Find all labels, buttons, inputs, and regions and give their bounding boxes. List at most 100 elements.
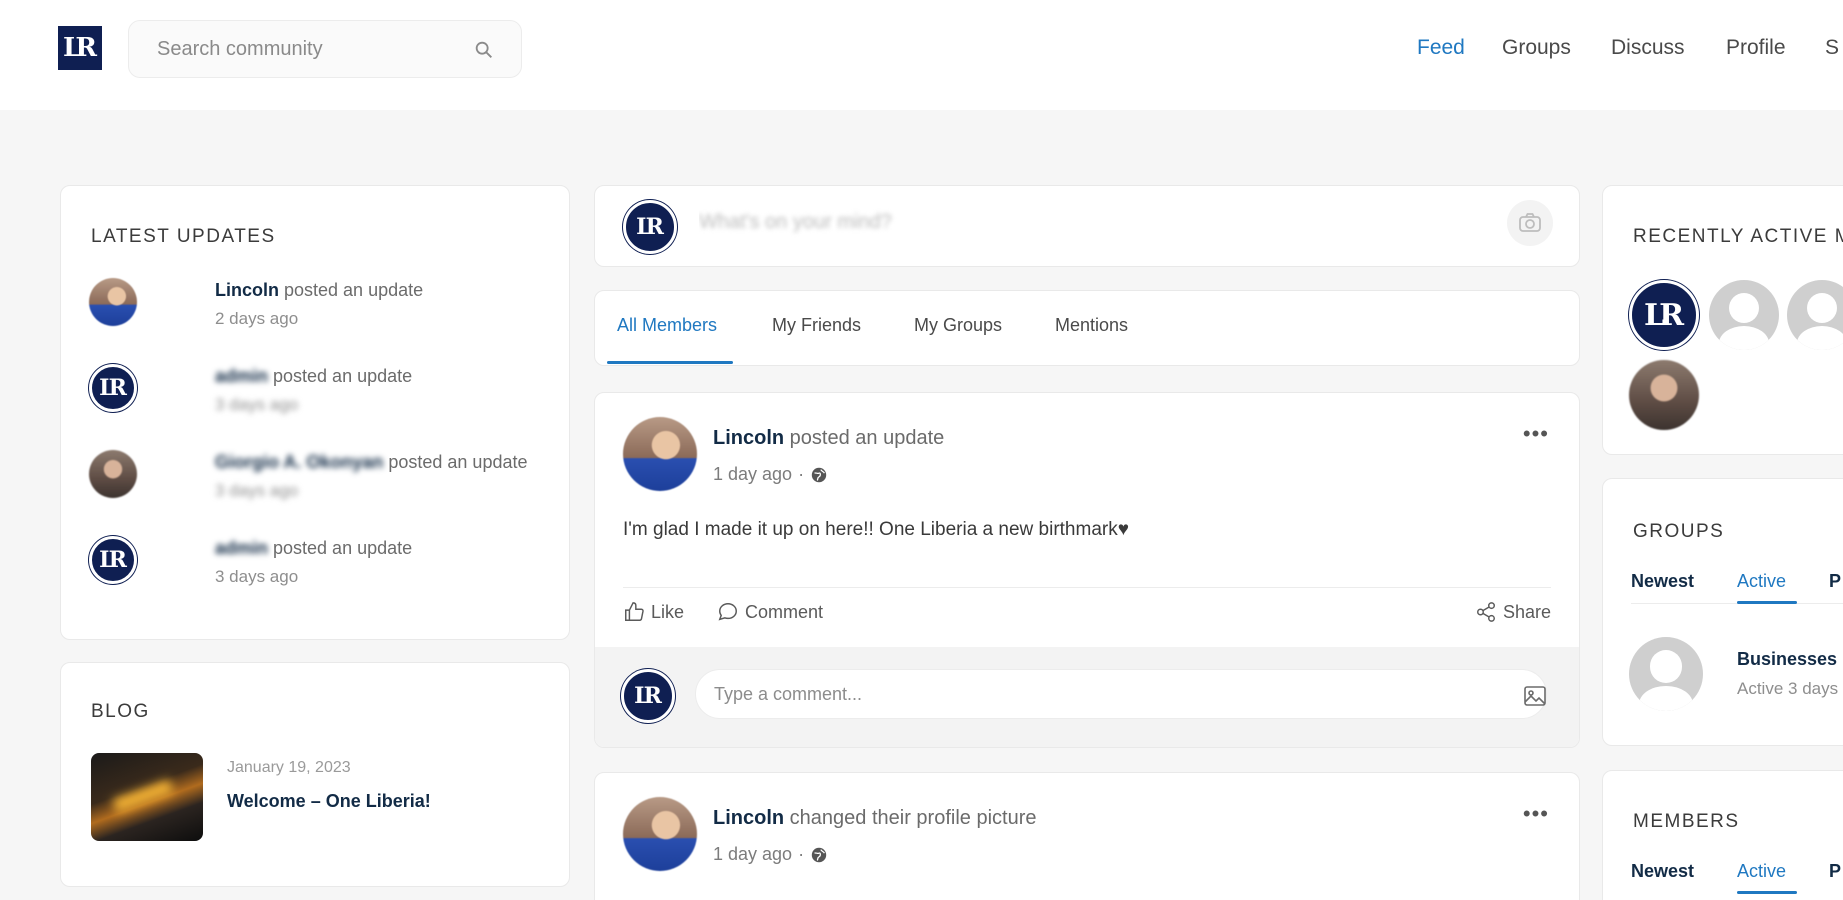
post-composer: LR [594, 185, 1580, 267]
post-content: I'm glad I made it up on here!! One Libe… [623, 519, 1129, 540]
tab-mentions[interactable]: Mentions [1055, 315, 1128, 336]
whats-on-your-mind-input[interactable] [699, 204, 1379, 240]
site-logo[interactable]: LR [58, 26, 102, 70]
update-text: Lincoln posted an update [215, 280, 423, 301]
globe-icon[interactable] [810, 466, 828, 484]
camera-button[interactable] [1507, 200, 1553, 246]
update-time[interactable]: 3 days ago [215, 395, 298, 415]
activity-post: Lincoln posted an update 1 day ago · •••… [594, 392, 1580, 748]
meta-separator: · [798, 844, 805, 864]
share-icon [1476, 602, 1495, 622]
groups-title: GROUPS [1633, 521, 1725, 542]
globe-icon[interactable] [810, 846, 828, 864]
share-button[interactable]: Share [1475, 601, 1551, 623]
image-upload-icon[interactable] [1523, 685, 1547, 707]
members-tab-newest[interactable]: Newest [1631, 861, 1694, 882]
members-widget: MEMBERS Newest Active P [1602, 770, 1843, 900]
members-tab-active[interactable]: Active [1737, 861, 1786, 882]
blog-post-link[interactable]: Welcome – One Liberia! [227, 791, 431, 812]
nav-feed[interactable]: Feed [1417, 36, 1465, 60]
avatar-initials: LR [636, 214, 664, 240]
update-time[interactable]: 3 days ago [215, 481, 298, 501]
tab-all-members[interactable]: All Members [617, 315, 717, 336]
groups-widget: GROUPS Newest Active P Businesses Active… [1602, 478, 1843, 746]
avatar[interactable] [1787, 280, 1843, 350]
update-action: posted an update [383, 452, 528, 472]
update-author[interactable]: admin [215, 538, 268, 558]
update-action: posted an update [268, 366, 413, 386]
post-author[interactable]: Lincoln [713, 427, 784, 449]
search-box [128, 20, 522, 78]
nav-profile[interactable]: Profile [1726, 36, 1786, 60]
update-time[interactable]: 3 days ago [215, 567, 298, 587]
group-avatar[interactable] [1629, 637, 1703, 711]
avatar[interactable]: LR [621, 669, 675, 723]
comment-input[interactable] [695, 669, 1547, 719]
post-action: changed their profile picture [784, 807, 1037, 829]
avatar-initials: LR [1643, 297, 1684, 333]
groups-tab-newest[interactable]: Newest [1631, 571, 1694, 592]
members-tab-popular[interactable]: P [1829, 861, 1841, 882]
group-name[interactable]: Businesses [1737, 649, 1837, 670]
tab-my-groups[interactable]: My Groups [914, 315, 1002, 336]
post-time[interactable]: 1 day ago [713, 844, 792, 865]
search-input[interactable] [157, 21, 477, 77]
avatar[interactable] [1709, 280, 1779, 350]
groups-tab-active[interactable]: Active [1737, 571, 1786, 592]
blog-widget: BLOG January 19, 2023 Welcome – One Libe… [60, 662, 570, 887]
active-tab-indicator [1737, 601, 1797, 604]
nav-groups[interactable]: Groups [1502, 36, 1571, 60]
tab-my-friends[interactable]: My Friends [772, 315, 861, 336]
more-options-icon[interactable]: ••• [1523, 421, 1549, 447]
groups-tab-popular[interactable]: P [1829, 571, 1841, 592]
avatar[interactable]: LR [89, 364, 137, 412]
avatar[interactable] [623, 417, 697, 491]
like-button[interactable]: Like [623, 601, 684, 623]
post-header: Lincoln posted an update [713, 427, 944, 450]
post-author[interactable]: Lincoln [713, 807, 784, 829]
update-text: admin posted an update [215, 538, 412, 559]
update-author[interactable]: Lincoln [215, 280, 279, 300]
avatar[interactable] [89, 450, 137, 498]
active-tab-indicator [1737, 891, 1797, 894]
blog-title: BLOG [91, 701, 150, 722]
activity-post: Lincoln changed their profile picture 1 … [594, 772, 1580, 900]
avatar[interactable]: LR [89, 536, 137, 584]
nav-more[interactable]: S [1825, 36, 1839, 60]
comment-button[interactable]: Comment [717, 601, 823, 623]
update-text: admin posted an update [215, 366, 412, 387]
logo-text: LR [63, 33, 97, 63]
group-activity: Active 3 days [1737, 679, 1839, 698]
recently-active-members-widget: RECENTLY ACTIVE M LR [1602, 185, 1843, 455]
update-author[interactable]: admin [215, 366, 268, 386]
update-text: Giorgio A. Okonyan posted an update [215, 452, 527, 473]
avatar[interactable] [89, 278, 137, 326]
update-author[interactable]: Giorgio A. Okonyan [215, 452, 383, 472]
more-options-icon[interactable]: ••• [1523, 801, 1549, 827]
post-header: Lincoln changed their profile picture [713, 807, 1036, 830]
comment-area: LR [595, 647, 1579, 747]
thumbs-up-icon [625, 602, 644, 621]
avatar[interactable] [623, 797, 697, 871]
members-title: MEMBERS [1633, 811, 1740, 832]
comment-label: Comment [745, 601, 824, 622]
update-action: posted an update [279, 280, 424, 300]
post-time[interactable]: 1 day ago [713, 464, 792, 485]
blog-date: January 19, 2023 [227, 759, 351, 776]
search-icon[interactable] [473, 39, 495, 61]
update-time[interactable]: 2 days ago [215, 309, 298, 329]
avatar[interactable] [1629, 360, 1699, 430]
feed-tabs: All Members My Friends My Groups Mention… [594, 290, 1580, 366]
camera-icon [1519, 213, 1541, 232]
blog-thumbnail[interactable] [91, 753, 203, 841]
comment-icon [718, 603, 737, 621]
nav-discuss[interactable]: Discuss [1611, 36, 1685, 60]
avatar[interactable]: LR [1629, 280, 1699, 350]
post-meta: 1 day ago · [713, 844, 828, 865]
avatar[interactable]: LR [623, 200, 677, 254]
avatar-initials: LR [99, 547, 127, 573]
like-label: Like [651, 601, 685, 622]
active-tab-indicator [607, 361, 733, 364]
latest-updates-widget: LATEST UPDATES Lincoln posted an update … [60, 185, 570, 640]
post-meta: 1 day ago · [713, 464, 828, 485]
